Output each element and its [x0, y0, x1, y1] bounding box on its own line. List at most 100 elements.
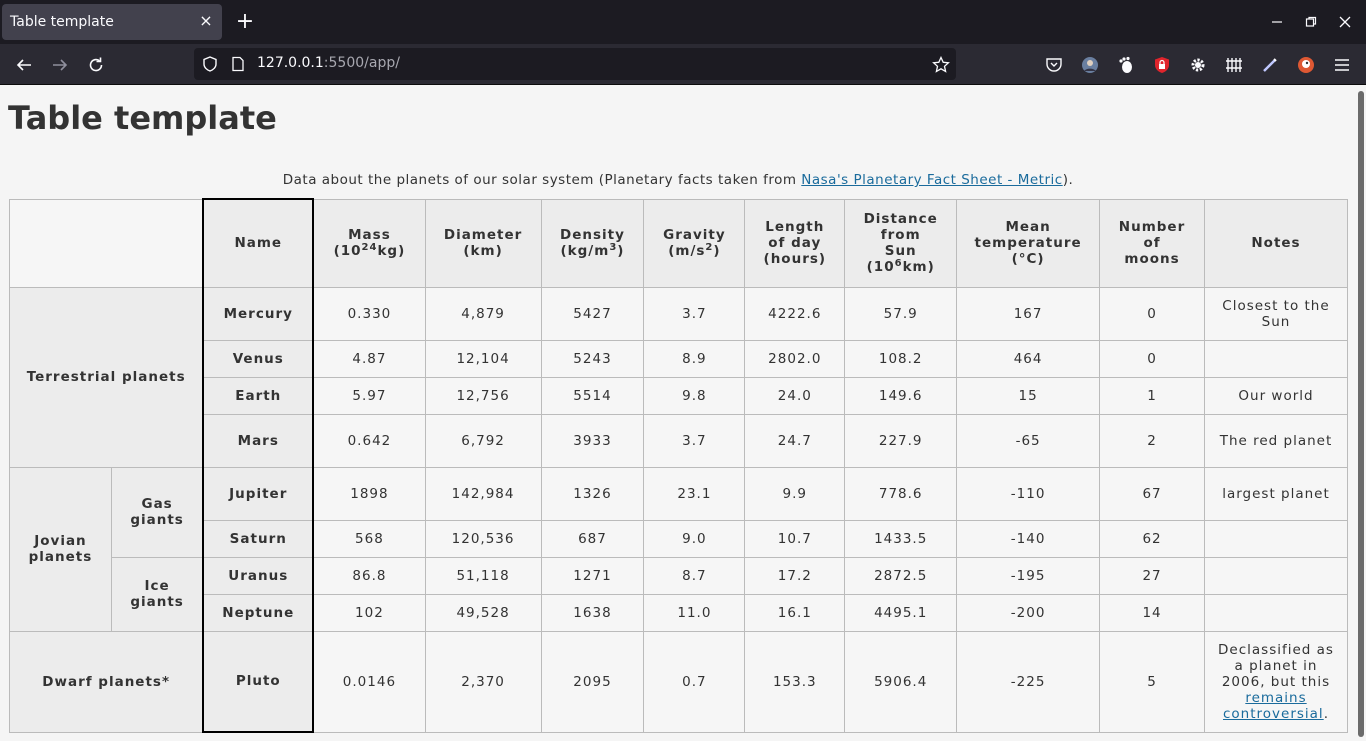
planet-name: Pluto [202, 630, 315, 733]
cell-temp: -195 [956, 556, 1101, 595]
cell-day: 10.7 [744, 519, 846, 558]
tab-title: Table template [10, 14, 114, 30]
pluto-note-prefix: Declassified as a planet in 2006, but th… [1218, 641, 1334, 690]
close-tab-icon[interactable]: × [198, 13, 214, 29]
settings-gear-icon[interactable] [1186, 53, 1210, 77]
bookmark-star-icon[interactable] [932, 55, 950, 73]
cell-diameter: 4,879 [424, 286, 542, 341]
cell-notes: Declassified as a planet in 2006, but th… [1203, 630, 1349, 733]
cell-temp: -140 [956, 519, 1101, 558]
cell-notes [1203, 556, 1349, 595]
account-avatar-icon[interactable] [1078, 53, 1102, 77]
table-row: Venus 4.87 12,104 5243 8.9 2802.0 108.2 … [10, 339, 1349, 378]
planet-name: Uranus [202, 556, 315, 595]
header-row: Name Mass (1024kg) Diameter (km) Density (k… [9, 198, 1349, 288]
tab-strip: Table template × + [0, 0, 1366, 44]
cell-moons: 0 [1099, 339, 1205, 378]
remains-controversial-link[interactable]: remains controversial [1223, 690, 1324, 722]
distance-unit-b: km) [902, 259, 935, 275]
cell-day: 4222.6 [744, 286, 846, 341]
mass-unit-b: kg) [377, 243, 406, 259]
header-diameter-label: Diameter [443, 227, 523, 243]
cell-notes: The red planet [1203, 413, 1349, 468]
cell-distance: 227.9 [844, 413, 958, 468]
cell-moons: 62 [1099, 519, 1205, 558]
cell-day: 16.1 [744, 593, 846, 632]
table-row: Ice giants Uranus 86.8 51,118 1271 8.7 1… [10, 556, 1349, 632]
cell-gravity: 8.7 [643, 556, 746, 595]
cell-temp: 464 [956, 339, 1101, 378]
cell-diameter: 142,984 [424, 466, 542, 521]
forward-arrow-icon[interactable] [48, 53, 72, 77]
close-window-icon[interactable] [1330, 0, 1360, 44]
moons-1: Number [1118, 219, 1186, 235]
cell-diameter: 2,370 [424, 630, 542, 733]
table-row: Dwarf planets* Pluto 0.0146 2,370 2095 0… [9, 630, 1349, 733]
group-jovian: Jovian planets [9, 466, 112, 632]
planet-name: Venus [202, 339, 315, 378]
cell-mass: 5.97 [312, 376, 426, 415]
nasa-fact-sheet-link[interactable]: Nasa's Planetary Fact Sheet - Metric [801, 172, 1062, 188]
group-terrestrial: Terrestrial planets [9, 286, 204, 468]
page-title: Table template [8, 99, 277, 137]
cell-day: 24.7 [744, 413, 846, 468]
header-name: Name [202, 198, 315, 288]
url-text[interactable]: 127.0.0.1:5500/app/ [257, 55, 400, 71]
new-tab-button[interactable]: + [234, 11, 256, 33]
extensions-toolbar [1042, 53, 1366, 77]
cell-density: 687 [540, 519, 645, 558]
ublock-icon[interactable] [1150, 53, 1174, 77]
minimize-icon[interactable] [1262, 0, 1292, 44]
moons-2: of [1143, 235, 1161, 251]
cell-density: 3933 [540, 413, 645, 468]
cell-notes [1203, 519, 1349, 558]
pen-icon[interactable] [1258, 53, 1282, 77]
header-length-of-day: Length of day (hours) [744, 198, 846, 288]
pluto-note-suffix: . [1323, 705, 1329, 722]
cell-notes: largest planet [1203, 466, 1349, 521]
cell-temp: 15 [956, 376, 1101, 415]
cell-diameter: 12,104 [424, 339, 542, 378]
gnome-foot-icon[interactable] [1114, 53, 1138, 77]
length-day-3: (hours) [763, 251, 827, 267]
gravity-unit-a: (m/s [668, 243, 706, 259]
url-bar[interactable]: 127.0.0.1:5500/app/ [194, 48, 956, 80]
cell-distance: 57.9 [844, 286, 958, 341]
duckduckgo-icon[interactable] [1294, 53, 1318, 77]
cell-diameter: 12,756 [424, 376, 542, 415]
cell-temp: 167 [956, 286, 1101, 341]
density-unit-a: (kg/m [560, 243, 610, 259]
page-scrollbar[interactable] [1358, 91, 1364, 737]
back-arrow-icon[interactable] [12, 53, 36, 77]
distance-unit-a: (10 [866, 259, 895, 275]
planets-table: Name Mass (1024kg) Diameter (km) Density (k… [9, 198, 1349, 733]
cell-density: 1638 [540, 593, 645, 632]
window-controls [1258, 0, 1366, 44]
cell-diameter: 51,118 [424, 556, 542, 595]
planet-name: Mars [202, 413, 315, 468]
planet-name: Jupiter [202, 466, 315, 521]
cell-mass: 0.0146 [312, 630, 426, 733]
cell-density: 2095 [540, 630, 645, 733]
tab-table-template[interactable]: Table template × [2, 4, 222, 40]
group-gas-giants: Gas giants [110, 466, 204, 558]
length-day-1: Length [765, 219, 825, 235]
page-info-icon[interactable] [230, 56, 246, 72]
moons-3: moons [1124, 251, 1180, 267]
library-icon[interactable] [1222, 53, 1246, 77]
distance-1: Distance [863, 211, 938, 227]
cell-gravity: 23.1 [643, 466, 746, 521]
restore-icon[interactable] [1296, 0, 1326, 44]
distance-2: from [880, 227, 921, 243]
cell-gravity: 11.0 [643, 593, 746, 632]
distance-unit-sup: 6 [894, 258, 903, 269]
cell-distance: 2872.5 [844, 556, 958, 595]
shield-icon[interactable] [202, 56, 218, 72]
group-dwarf: Dwarf planets* [9, 630, 204, 733]
planet-name: Saturn [202, 519, 315, 558]
cell-mass: 0.330 [312, 286, 426, 341]
pocket-icon[interactable] [1042, 53, 1066, 77]
navigation-toolbar: 127.0.0.1:5500/app/ [0, 44, 1366, 85]
reload-icon[interactable] [84, 53, 108, 77]
menu-hamburger-icon[interactable] [1330, 53, 1354, 77]
